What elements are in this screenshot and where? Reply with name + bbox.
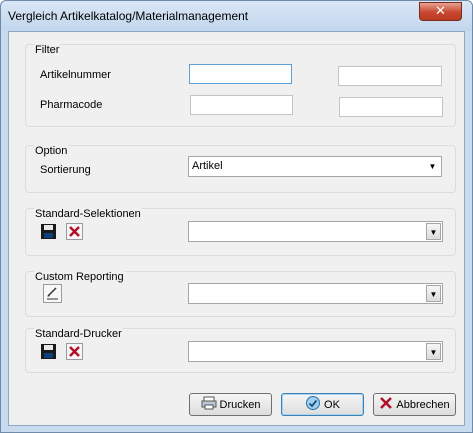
delete-printer-button[interactable] — [66, 343, 83, 360]
sortierung-value: Artikel — [192, 160, 223, 172]
sortierung-label: Sortierung — [40, 164, 91, 176]
print-button[interactable]: Drucken — [189, 393, 272, 416]
delete-x-icon — [66, 223, 83, 240]
custom-report-edit-button[interactable] — [43, 284, 62, 303]
floppy-disk-icon — [41, 224, 56, 239]
pharmacode-from-input[interactable] — [190, 95, 293, 115]
checkmark-globe-icon — [305, 395, 321, 414]
dialog-window: Vergleich Artikelkatalog/Materialmanagem… — [0, 0, 473, 433]
dialog-client-area: Filter Artikelnummer Pharmacode Option S… — [8, 31, 465, 426]
close-icon: ✕ — [435, 3, 446, 18]
cancel-button[interactable]: Abbrechen — [373, 393, 456, 416]
pharmacode-label: Pharmacode — [40, 99, 103, 111]
edit-report-icon — [43, 284, 62, 303]
cancel-x-icon — [379, 396, 393, 413]
standard-drucker-title: Standard-Drucker — [34, 328, 123, 340]
chevron-down-icon[interactable]: ▼ — [426, 285, 441, 302]
chevron-down-icon[interactable]: ▼ — [426, 343, 441, 360]
custom-reporting-title: Custom Reporting — [34, 271, 125, 283]
print-button-label: Drucken — [219, 398, 261, 411]
pharmacode-to-input[interactable] — [339, 97, 443, 117]
artikelnummer-label: Artikelnummer — [40, 69, 111, 81]
window-title: Vergleich Artikelkatalog/Materialmanagem… — [8, 9, 249, 23]
delete-x-icon — [66, 343, 83, 360]
sortierung-select[interactable]: Artikel ▼ — [188, 156, 442, 177]
artikelnummer-to-input[interactable] — [338, 66, 442, 86]
delete-selection-button[interactable] — [66, 223, 83, 240]
standard-selektionen-select[interactable]: ▼ — [188, 221, 443, 242]
title-bar[interactable]: Vergleich Artikelkatalog/Materialmanagem… — [1, 1, 472, 31]
standard-selektionen-title: Standard-Selektionen — [34, 208, 142, 220]
artikelnummer-from-input[interactable] — [189, 64, 292, 84]
custom-reporting-select[interactable]: ▼ — [188, 283, 443, 304]
cancel-button-label: Abbrechen — [396, 398, 450, 411]
option-group-title: Option — [34, 145, 69, 157]
chevron-down-icon[interactable]: ▼ — [425, 158, 440, 175]
filter-group-title: Filter — [34, 44, 61, 56]
ok-button[interactable]: OK — [281, 393, 364, 416]
save-selection-button[interactable] — [40, 223, 57, 240]
printer-icon — [201, 396, 217, 413]
chevron-down-icon[interactable]: ▼ — [426, 223, 441, 240]
save-printer-button[interactable] — [40, 343, 57, 360]
ok-button-label: OK — [324, 398, 340, 411]
floppy-disk-icon — [41, 344, 56, 359]
standard-drucker-select[interactable]: ▼ — [188, 341, 443, 362]
close-button[interactable]: ✕ — [419, 2, 462, 21]
